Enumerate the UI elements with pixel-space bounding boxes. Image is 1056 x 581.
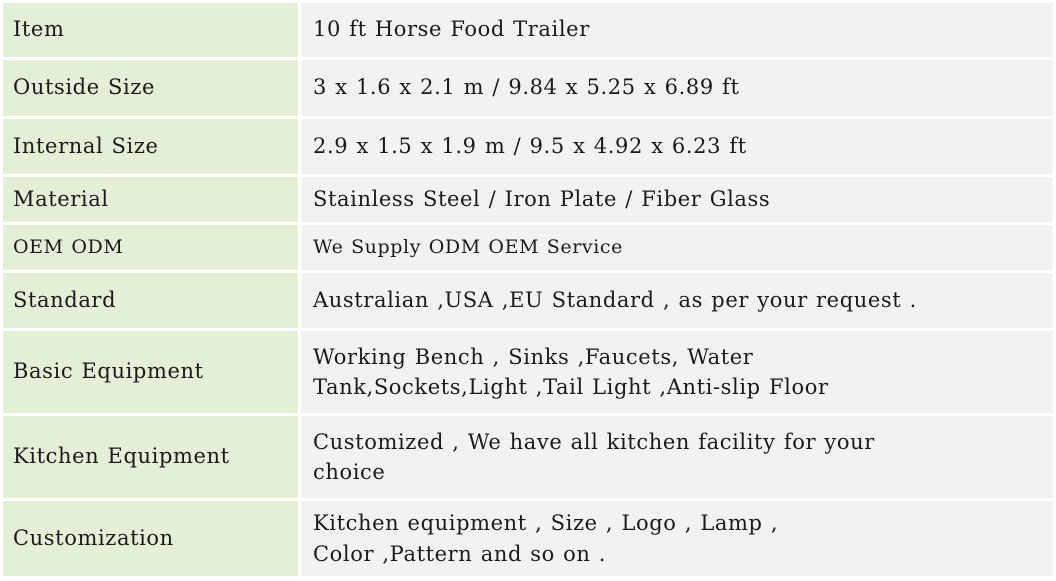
table-row: Material Stainless Steel / Iron Plate / …: [3, 177, 1053, 222]
spec-value-item: 10 ft Horse Food Trailer: [301, 3, 1053, 57]
spec-value-material: Stainless Steel / Iron Plate / Fiber Gla…: [301, 177, 1053, 222]
spec-value-line: Color ,Pattern and so on .: [313, 541, 607, 566]
spec-value-line: Kitchen equipment , Size , Logo , Lamp ,: [313, 511, 779, 536]
spec-value-standard: Australian ,USA ,EU Standard , as per yo…: [301, 273, 1053, 328]
spec-value-outside-size: 3 x 1.6 x 2.1 m / 9.84 x 5.25 x 6.89 ft: [301, 60, 1053, 116]
spec-key-internal-size: Internal Size: [3, 119, 298, 174]
spec-value-line: 2.9 x 1.5 x 1.9 m / 9.5 x 4.92 x 6.23 ft: [313, 133, 747, 158]
table-row: Customization Kitchen equipment , Size ,…: [3, 501, 1053, 576]
spec-value-basic-equipment: Working Bench , Sinks ,Faucets, Water Ta…: [301, 331, 1053, 413]
spec-value-line: 3 x 1.6 x 2.1 m / 9.84 x 5.25 x 6.89 ft: [313, 75, 740, 100]
spec-value-internal-size: 2.9 x 1.5 x 1.9 m / 9.5 x 4.92 x 6.23 ft: [301, 119, 1053, 174]
spec-key-item: Item: [3, 3, 298, 57]
table-row: OEM ODM We Supply ODM OEM Service: [3, 225, 1053, 270]
table-row: Outside Size 3 x 1.6 x 2.1 m / 9.84 x 5.…: [3, 60, 1053, 116]
spec-value-line: We Supply ODM OEM Service: [313, 236, 623, 259]
spec-key-customization: Customization: [3, 501, 298, 576]
spec-value-line: 10 ft Horse Food Trailer: [313, 17, 590, 42]
spec-key-material: Material: [3, 177, 298, 222]
spec-key-basic-equipment: Basic Equipment: [3, 331, 298, 413]
spec-value-customization: Kitchen equipment , Size , Logo , Lamp ,…: [301, 501, 1053, 576]
table-row: Internal Size 2.9 x 1.5 x 1.9 m / 9.5 x …: [3, 119, 1053, 174]
spec-value-kitchen-equipment: Customized , We have all kitchen facilit…: [301, 416, 1053, 498]
table-row: Kitchen Equipment Customized , We have a…: [3, 416, 1053, 498]
spec-value-line: Working Bench , Sinks ,Faucets, Water: [313, 344, 754, 369]
spec-value-line: Australian ,USA ,EU Standard , as per yo…: [313, 287, 917, 312]
spec-table-body: Item 10 ft Horse Food Trailer Outside Si…: [3, 3, 1053, 576]
spec-value-line: Tank,Sockets,Light ,Tail Light ,Anti-sli…: [313, 375, 829, 399]
table-row: Standard Australian ,USA ,EU Standard , …: [3, 273, 1053, 328]
table-row: Basic Equipment Working Bench , Sinks ,F…: [3, 331, 1053, 413]
spec-value-line: Stainless Steel / Iron Plate / Fiber Gla…: [313, 186, 771, 211]
product-spec-table: Item 10 ft Horse Food Trailer Outside Si…: [0, 0, 1056, 579]
table-row: Item 10 ft Horse Food Trailer: [3, 3, 1053, 57]
spec-value-oem-odm: We Supply ODM OEM Service: [301, 225, 1053, 270]
spec-value-line: choice: [313, 460, 386, 484]
spec-key-oem-odm: OEM ODM: [3, 225, 298, 270]
spec-key-standard: Standard: [3, 273, 298, 328]
spec-value-line: Customized , We have all kitchen facilit…: [313, 429, 875, 454]
spec-key-kitchen-equipment: Kitchen Equipment: [3, 416, 298, 498]
spec-key-outside-size: Outside Size: [3, 60, 298, 116]
